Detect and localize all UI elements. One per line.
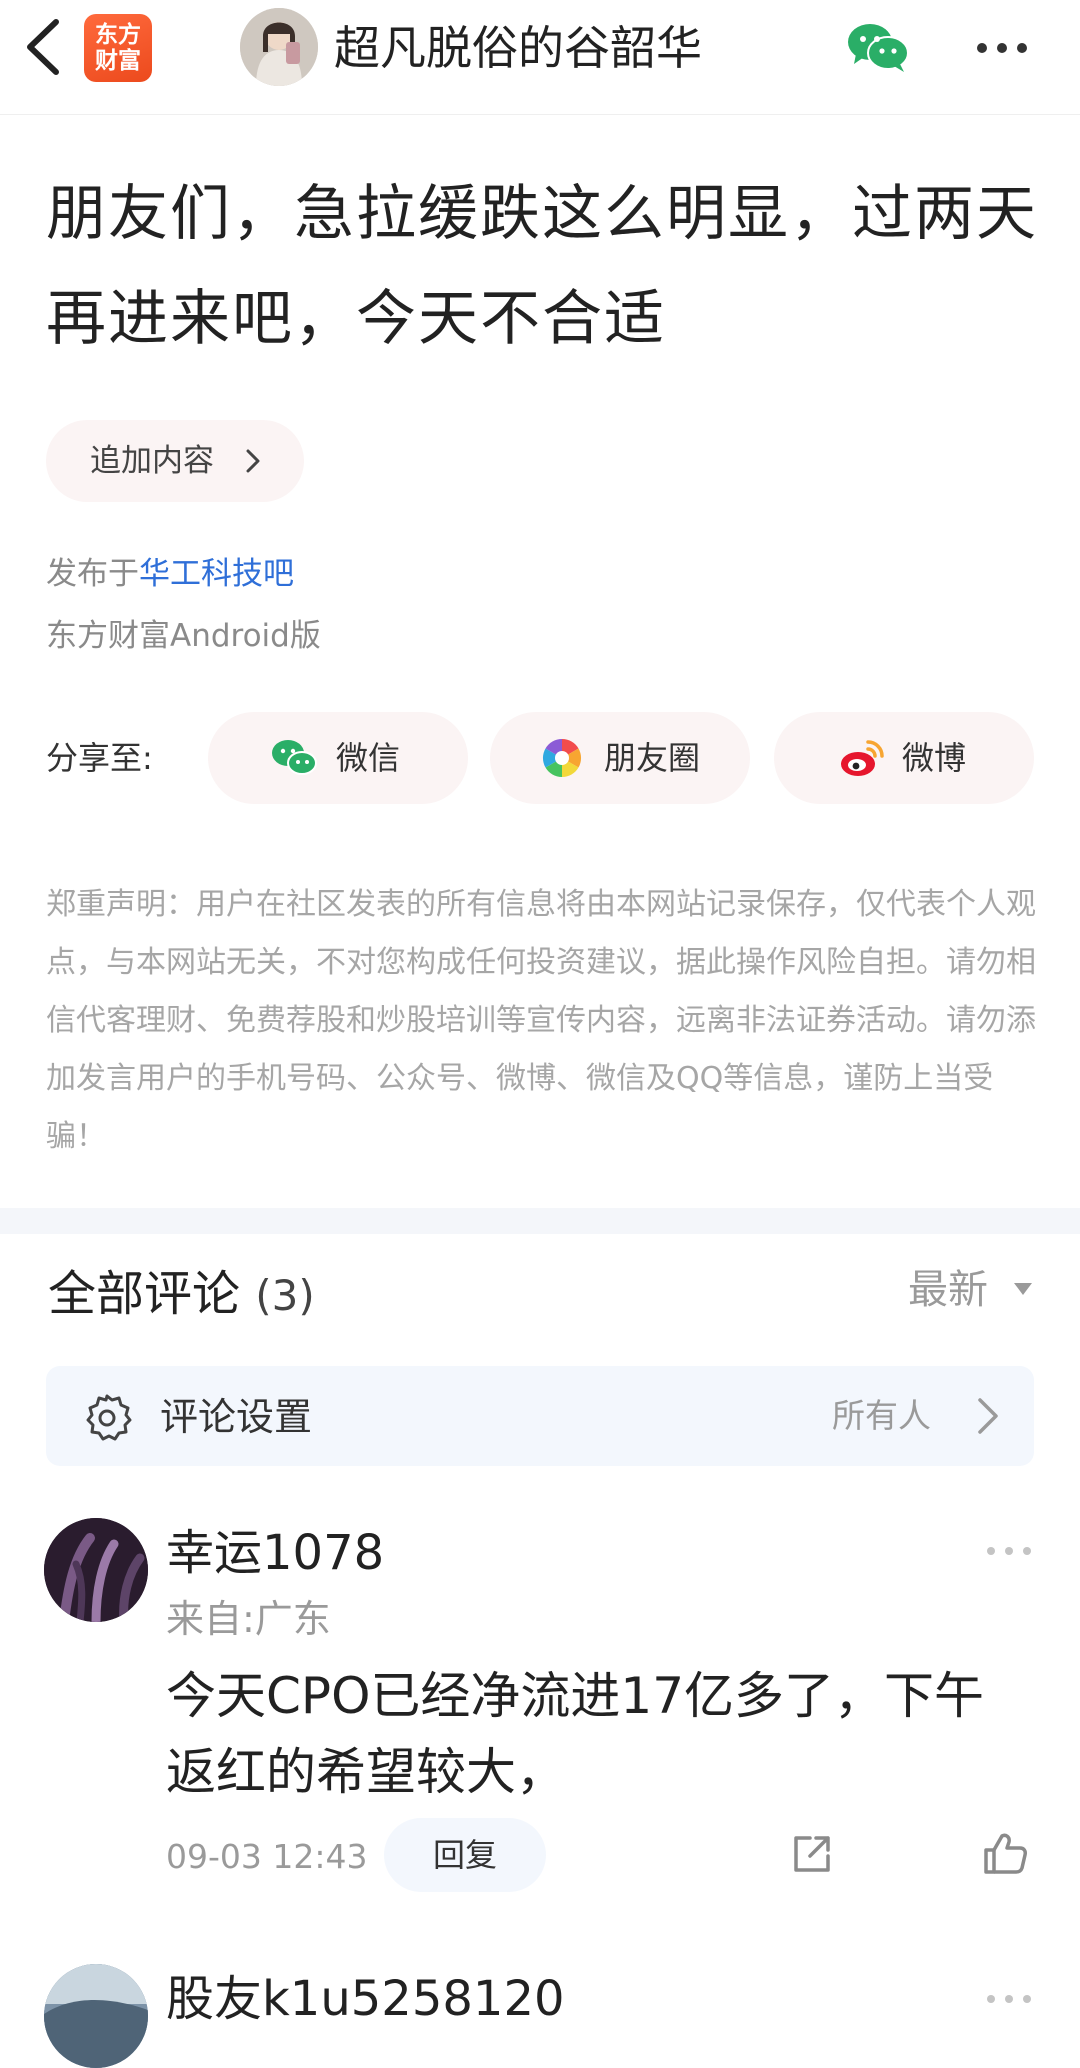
moments-icon xyxy=(542,738,582,778)
chevron-right-icon xyxy=(246,449,260,473)
share-weibo-label: 微博 xyxy=(902,739,967,777)
share-moments-button[interactable]: 朋友圈 xyxy=(490,712,750,804)
share-weibo-button[interactable]: 微博 xyxy=(774,712,1034,804)
published-in: 发布于华工科技吧 xyxy=(46,552,294,596)
commenter-name[interactable]: 股友k1u5258120 xyxy=(166,1966,565,2032)
more-horizontal-icon[interactable] xyxy=(984,1988,1034,2010)
comment-timestamp: 09-03 12:43 xyxy=(166,1837,368,1876)
share-icon[interactable] xyxy=(790,1832,834,1876)
author-avatar[interactable] xyxy=(240,8,318,86)
app-logo-line1: 东方 xyxy=(95,22,141,48)
append-content-label: 追加内容 xyxy=(90,443,214,479)
disclaimer-text: 郑重声明：用户在社区发表的所有信息将由本网站记录保存，仅代表个人观点，与本网站无… xyxy=(46,887,1036,1154)
author-name[interactable]: 超凡脱俗的谷韶华 xyxy=(334,16,702,80)
chevron-left-icon[interactable] xyxy=(18,16,70,78)
app-logo[interactable]: 东方 财富 xyxy=(84,14,152,82)
avatar-image xyxy=(44,1518,148,1622)
comment-settings-row[interactable]: 评论设置 所有人 xyxy=(46,1366,1034,1466)
comment-settings-label: 评论设置 xyxy=(160,1395,313,1439)
wechat-icon[interactable] xyxy=(846,20,910,74)
commenter-location: 来自:广东 xyxy=(166,1597,331,1641)
share-wechat-button[interactable]: 微信 xyxy=(208,712,468,804)
reply-button[interactable]: 回复 xyxy=(384,1818,546,1892)
weibo-icon xyxy=(841,740,884,776)
chevron-right-icon xyxy=(978,1398,998,1434)
reply-label: 回复 xyxy=(432,1836,497,1874)
comments-count: (3) xyxy=(255,1271,315,1320)
commenter-name[interactable]: 幸运1078 xyxy=(166,1520,384,1586)
top-navigation-bar: 东方 财富 超凡脱俗的谷韶华 xyxy=(0,0,1080,115)
append-content-button[interactable]: 追加内容 xyxy=(46,420,304,502)
published-prefix: 发布于 xyxy=(46,556,139,592)
post-title: 朋友们，急拉缓跌这么明显，过两天再进来吧，今天不合适 xyxy=(46,179,1038,354)
more-horizontal-icon[interactable] xyxy=(984,1540,1034,1562)
caret-down-icon[interactable] xyxy=(1012,1280,1034,1298)
comments-header: 全部评论 (3) xyxy=(48,1262,315,1328)
avatar-image xyxy=(44,1964,148,2068)
share-moments-label: 朋友圈 xyxy=(604,739,701,777)
gear-icon xyxy=(86,1394,132,1441)
forum-link[interactable]: 华工科技吧 xyxy=(139,556,294,592)
share-label: 分享至: xyxy=(46,739,153,777)
share-wechat-label: 微信 xyxy=(336,739,401,777)
avatar-image xyxy=(240,8,318,86)
comment-settings-value: 所有人 xyxy=(832,1396,931,1435)
comments-title: 全部评论 xyxy=(48,1266,241,1322)
sort-dropdown[interactable]: 最新 xyxy=(908,1262,988,1318)
commenter-avatar[interactable] xyxy=(44,1518,148,1622)
more-horizontal-icon[interactable] xyxy=(972,26,1032,70)
client-source: 东方财富Android版 xyxy=(46,618,321,654)
wechat-icon xyxy=(272,740,317,775)
comment-text: 今天CPO已经净流进17亿多了，下午返红的希望较大， xyxy=(166,1667,985,1801)
thumbs-up-icon[interactable] xyxy=(982,1830,1028,1876)
section-divider xyxy=(0,1208,1080,1234)
app-logo-line2: 财富 xyxy=(95,48,141,74)
commenter-avatar[interactable] xyxy=(44,1964,148,2068)
